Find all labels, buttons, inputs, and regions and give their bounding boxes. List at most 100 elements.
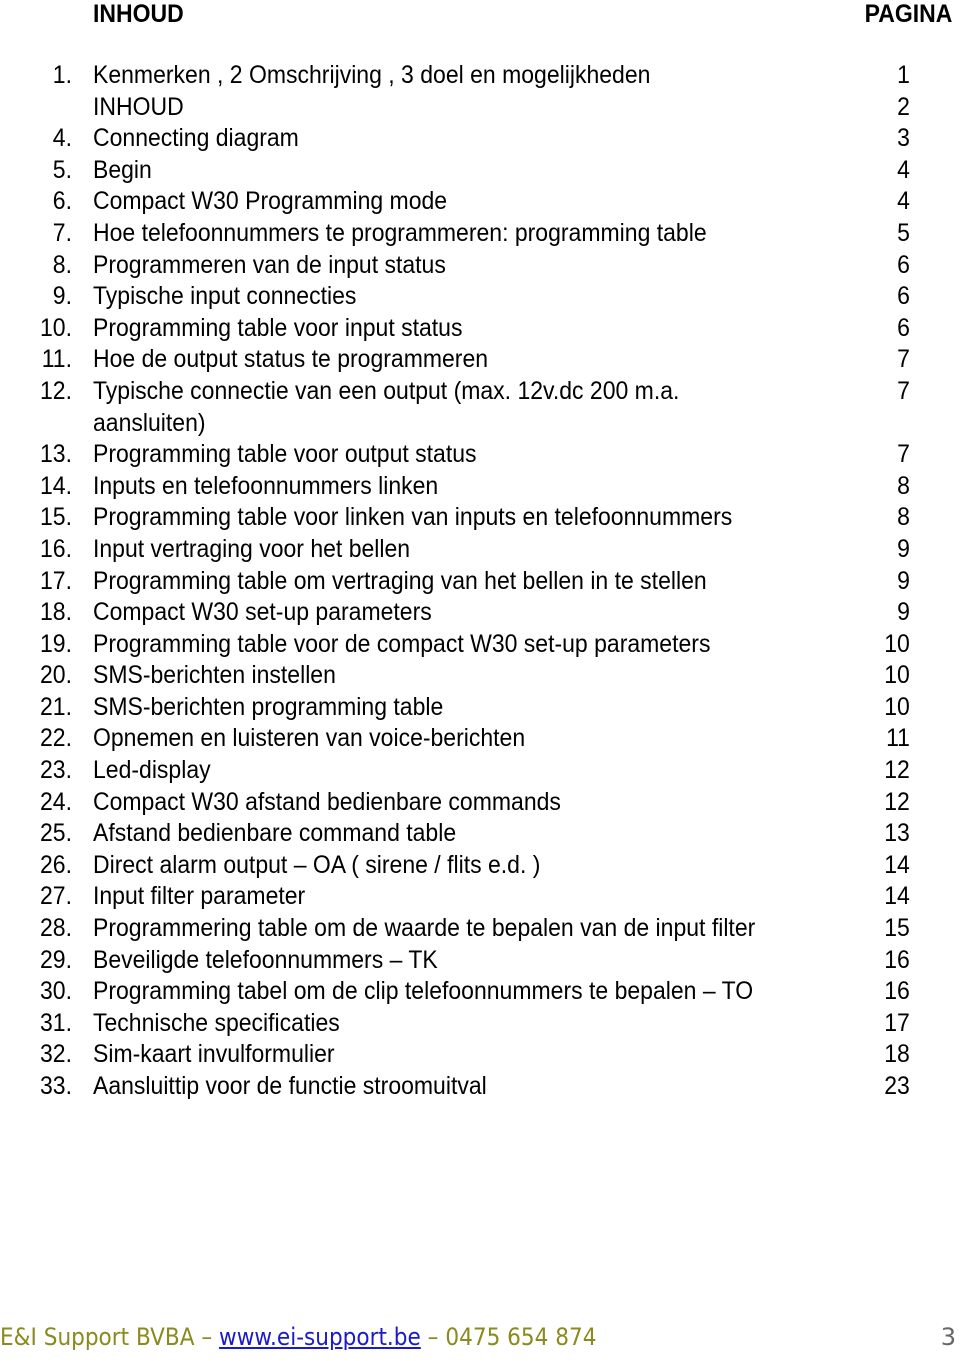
toc-entry-page: 12 [884, 756, 910, 785]
toc-entry[interactable]: 5. Begin 4 [0, 155, 960, 187]
toc-entry-title: Typische input connecties [93, 282, 357, 311]
toc-entry-number: 11. [41, 345, 72, 374]
toc-entry-number: 26. [40, 850, 72, 879]
toc-entry[interactable]: 19. Programming table voor de compact W30… [0, 629, 960, 661]
toc-entry[interactable]: 25. Afstand bedienbare command table 13 [0, 818, 960, 850]
toc-entry[interactable]: 6. Compact W30 Programming mode 4 [0, 186, 960, 218]
toc-entry-number: 15. [40, 503, 72, 532]
toc-entry-number: 19. [40, 629, 72, 658]
toc-entry-page: 16 [884, 945, 910, 974]
toc-entry-page: 7 [897, 440, 910, 469]
toc-entry-page: 10 [884, 692, 910, 721]
toc-entry[interactable]: 4. Connecting diagram 3 [0, 123, 960, 155]
toc-entry[interactable]: 23. Led-display 12 [0, 755, 960, 787]
toc-entry-title: Programming tabel om de clip telefoonnum… [93, 977, 754, 1006]
toc-entry-title: Begin [93, 155, 152, 184]
toc-entry-number: 16. [40, 534, 72, 563]
toc-entry-title: Opnemen en luisteren van voice-berichten [93, 724, 526, 753]
toc-entry[interactable]: 24. Compact W30 afstand bedienbare comman… [0, 787, 960, 819]
toc-entry-number: 8. [52, 250, 72, 279]
toc-entry[interactable]: 31. Technische specificaties 17 [0, 1008, 960, 1040]
toc-entry[interactable]: INHOUD 2 [0, 92, 960, 124]
toc-entry-page: 5 [897, 218, 910, 247]
footer-page-number: 3 [940, 1323, 956, 1351]
toc-entry-title: Compact W30 afstand bedienbare commands [93, 787, 561, 816]
toc-entry-page: 23 [884, 1072, 910, 1100]
toc-entry-number: 6. [52, 187, 72, 216]
toc-entry-number: 31. [40, 1008, 72, 1037]
toc-entry-number: 32. [40, 1040, 72, 1069]
toc-entry-number: 17. [40, 566, 72, 595]
toc-entry-title: Aansluittip voor de functie stroomuitval [93, 1072, 487, 1100]
toc-entry-title: Programmering table om de waarde te bepa… [93, 914, 756, 943]
toc-entry-number: 14. [40, 471, 72, 500]
toc-entry-title: Kenmerken , 2 Omschrijving , 3 doel en m… [93, 61, 651, 89]
toc-entry[interactable]: 28. Programmering table om de waarde te b… [0, 913, 960, 945]
toc-entry[interactable]: 21. SMS-berichten programming table 10 [0, 692, 960, 724]
toc-entry-number: 5. [52, 155, 72, 184]
toc-entry[interactable]: 33. Aansluittip voor de functie stroomuit… [0, 1071, 960, 1103]
toc-entry-title: Inputs en telefoonnummers linken [93, 471, 439, 500]
toc-entry[interactable]: 17. Programming table om vertraging van h… [0, 566, 960, 598]
toc-entry-title: INHOUD [93, 92, 184, 121]
toc-entry[interactable]: 20. SMS-berichten instellen 10 [0, 660, 960, 692]
toc-entry-title: Programming table voor linken van inputs… [93, 503, 733, 532]
toc-entry-number: 24. [40, 787, 72, 816]
footer-website-link[interactable]: www.ei-support.be [219, 1323, 421, 1351]
toc-entry-title: Sim-kaart invulformulier [93, 1040, 335, 1069]
toc-entry[interactable]: 27. Input filter parameter 14 [0, 881, 960, 913]
toc-entry-page: 3 [897, 124, 910, 153]
toc-entry-page: 14 [884, 850, 910, 879]
toc-entry[interactable]: 16. Input vertraging voor het bellen 9 [0, 534, 960, 566]
toc-entry-page: 6 [897, 282, 910, 311]
toc-entry-title: Direct alarm output – OA ( sirene / flit… [93, 850, 541, 879]
footer-phone: – 0475 654 874 [420, 1323, 597, 1351]
toc-entry[interactable]: 12. Typische connectie van een output (ma… [0, 376, 960, 439]
toc-entry-number: 33. [40, 1072, 72, 1100]
toc-entry-title: Input filter parameter [93, 882, 306, 911]
toc-entry[interactable]: 1. Kenmerken , 2 Omschrijving , 3 doel en… [0, 60, 960, 92]
toc-entry-page: 6 [897, 250, 910, 279]
toc-entry-number: 27. [40, 882, 72, 911]
toc-entry-number: 9. [52, 282, 72, 311]
toc-entry-page: 12 [884, 787, 910, 816]
toc-entry[interactable]: 18. Compact W30 set-up parameters 9 [0, 597, 960, 629]
toc-entry-title: Compact W30 set-up parameters [93, 598, 432, 627]
toc-entry[interactable]: 15. Programming table voor linken van inp… [0, 502, 960, 534]
toc-entry-number: 29. [40, 945, 72, 974]
toc-entry-number: 25. [40, 819, 72, 848]
toc-entry[interactable]: 29. Beveiligde telefoonnummers – TK 16 [0, 945, 960, 977]
toc-entry-title: Programmeren van de input status [93, 250, 446, 279]
toc-entry[interactable]: 10. Programming table voor input status 6 [0, 313, 960, 345]
toc-entry-page: 15 [884, 914, 910, 943]
toc-entry[interactable]: 22. Opnemen en luisteren van voice-berich… [0, 723, 960, 755]
toc-entry-title: Programming table voor input status [93, 313, 463, 342]
toc-entry[interactable]: 7. Hoe telefoonnummers te programmeren: p… [0, 218, 960, 250]
toc-entry-page: 16 [884, 977, 910, 1006]
toc-entry-number: 4. [52, 124, 72, 153]
toc-entry[interactable]: 14. Inputs en telefoonnummers linken 8 [0, 471, 960, 503]
toc-entry-title: Afstand bedienbare command table [93, 819, 457, 848]
toc-entry-number: 13. [40, 440, 72, 469]
toc-entry-page: 8 [897, 471, 910, 500]
toc-entry-number: 28. [40, 914, 72, 943]
toc-entry-page: 1 [897, 61, 910, 89]
toc-entry-page: 17 [884, 1008, 910, 1037]
toc-entry[interactable]: 26. Direct alarm output – OA ( sirene / f… [0, 850, 960, 882]
toc-entry-page: 11 [886, 724, 910, 753]
toc-heading: INHOUD [93, 0, 184, 28]
toc-entry-title: Beveiligde telefoonnummers – TK [93, 945, 438, 974]
toc-entry[interactable]: 8. Programmeren van de input status 6 [0, 250, 960, 282]
toc-entry[interactable]: 13. Programming table voor output status 7 [0, 439, 960, 471]
toc-entry-number: 1. [52, 61, 72, 89]
toc-entry[interactable]: 32. Sim-kaart invulformulier 18 [0, 1039, 960, 1071]
toc-entry-page: 2 [897, 92, 910, 121]
toc-entry-number: 7. [52, 218, 72, 247]
toc-entry[interactable]: 11. Hoe de output status te programmeren 7 [0, 344, 960, 376]
toc-entry[interactable]: 30. Programming tabel om de clip telefoon… [0, 976, 960, 1008]
toc-entry-page: 7 [897, 345, 910, 374]
toc-entry-number: 12. [40, 376, 72, 405]
toc-entry[interactable]: 9. Typische input connecties 6 [0, 281, 960, 313]
toc-entry-title: SMS-berichten programming table [93, 692, 444, 721]
toc-entry-title: Led-display [93, 756, 211, 785]
